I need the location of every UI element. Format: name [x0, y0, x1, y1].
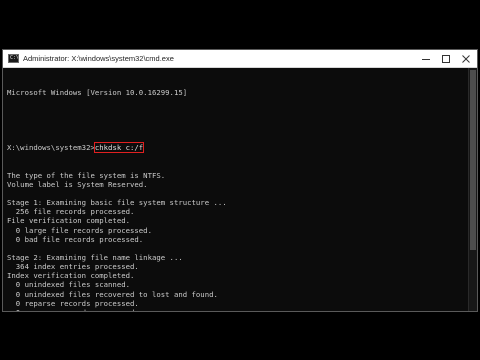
cmd-window[interactable]: C:\ Administrator: X:\windows\system32\c… [2, 49, 478, 312]
console-line: File verification completed. [7, 216, 131, 226]
window-title: Administrator: X:\windows\system32\cmd.e… [23, 54, 174, 63]
console-line: 0 unindexed files recovered to lost and … [7, 289, 218, 299]
console-line: Volume label is System Reserved. [7, 179, 148, 189]
console-line: 364 index entries processed. [7, 262, 139, 272]
console-line: Index verification completed. [7, 271, 135, 281]
console-line: 0 bad file records processed. [7, 234, 144, 244]
title-bar[interactable]: C:\ Administrator: X:\windows\system32\c… [3, 50, 477, 68]
console-line: 0 reparse records processed. [7, 308, 469, 311]
screen: C:\ Administrator: X:\windows\system32\c… [0, 0, 480, 360]
command-highlight: chkdsk c:/f [93, 142, 145, 154]
console-line: 0 unindexed files scanned. [7, 280, 131, 290]
console-line: Stage 2: Examining file name linkage ... [7, 252, 183, 262]
vertical-scrollbar[interactable] [468, 68, 477, 311]
console-line: Stage 1: Examining basic file system str… [7, 198, 227, 208]
maximize-icon [442, 54, 450, 63]
console-line: The type of the file system is NTFS. [7, 170, 166, 180]
output-lines: The type of the file system is NTFS. Volu… [7, 171, 469, 311]
console-line: 0 large file records processed. [7, 225, 152, 235]
close-button[interactable] [456, 50, 476, 67]
console-line: 0 reparse records processed. [7, 298, 139, 308]
scrollbar-thumb[interactable] [470, 70, 476, 250]
prompt-text: X:\windows\system32> [7, 143, 95, 153]
console-line: 256 file records processed. [7, 207, 135, 217]
minimize-button[interactable] [416, 50, 436, 67]
minimize-icon [422, 58, 430, 60]
command-line: X:\windows\system32>chkdsk c:/f [7, 142, 469, 154]
console-output[interactable]: Microsoft Windows [Version 10.0.16299.15… [3, 68, 469, 311]
version-line: Microsoft Windows [Version 10.0.16299.15… [7, 88, 188, 98]
close-icon [462, 54, 470, 63]
cmd-icon: C:\ [8, 54, 19, 63]
maximize-button[interactable] [436, 50, 456, 67]
window-controls [416, 50, 476, 67]
